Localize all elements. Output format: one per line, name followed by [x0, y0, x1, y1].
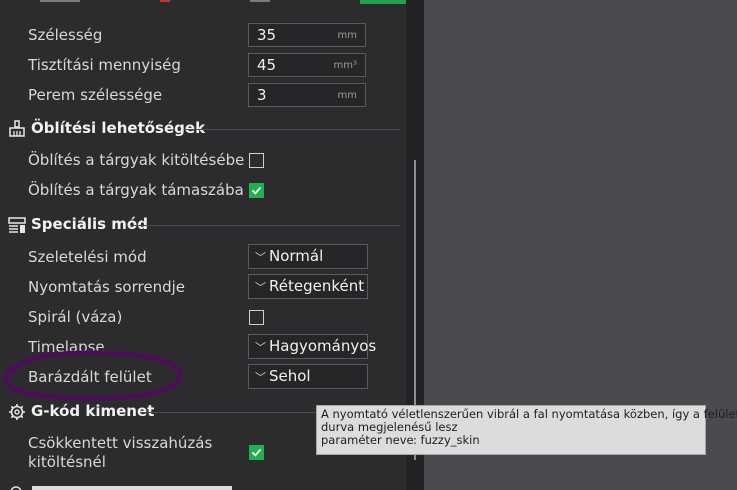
print-sequence-value: Rétegenként [269, 277, 365, 295]
flush-support-label: Öblítés a tárgyak támaszába [28, 181, 244, 199]
timelapse-select[interactable]: ﹀ Hagyományos [248, 334, 376, 359]
chevron-down-icon: ﹀ [255, 341, 266, 354]
brim-width-field[interactable]: 3 mm [248, 83, 366, 107]
timelapse-value: Hagyományos [269, 337, 377, 355]
section-divider [132, 225, 400, 226]
highlight-annotation [3, 350, 183, 401]
layers-icon [8, 216, 26, 238]
section-flush: Öblítési lehetőségek [8, 119, 400, 139]
print-sequence-select[interactable]: ﹀ Rétegenként [248, 274, 368, 299]
reduce-retract-label-line2: kitöltésnél [28, 453, 106, 471]
width-value: 35 [257, 26, 277, 44]
active-tab-indicator [360, 0, 406, 4]
width-unit: mm [337, 30, 357, 41]
next-section-fragment [10, 486, 232, 490]
top-fragment [160, 0, 170, 2]
spiral-checkbox[interactable] [249, 310, 264, 325]
check-icon [251, 448, 262, 457]
fuzzy-skin-value: Sehol [269, 367, 311, 385]
width-field[interactable]: 35 mm [248, 23, 366, 47]
chevron-down-icon: ﹀ [255, 251, 266, 264]
check-icon [251, 186, 262, 195]
width-label: Szélesség [28, 26, 103, 44]
reduce-retract-label-line1: Csökkentett visszahúzás [28, 434, 213, 452]
brim-width-value: 3 [257, 86, 267, 104]
slicing-mode-label: Szeletelési mód [28, 248, 147, 266]
flush-infill-checkbox[interactable] [249, 153, 264, 168]
purge-volume-label: Tisztítási mennyiség [28, 56, 181, 74]
purge-volume-unit: mm³ [333, 60, 358, 71]
tooltip-param-key: paraméter neve [321, 433, 414, 447]
reduce-retract-checkbox[interactable] [249, 445, 264, 460]
print-sequence-label: Nyomtatás sorrendje [28, 278, 186, 296]
slicing-mode-value: Normál [269, 247, 324, 265]
section-divider [186, 129, 400, 130]
purge-volume-field[interactable]: 45 mm³ [248, 53, 366, 77]
section-special: Speciális mód [8, 215, 400, 235]
brim-width-unit: mm [337, 90, 357, 101]
section-special-title: Speciális mód [31, 215, 148, 233]
flush-infill-label: Öblítés a tárgyak kitöltésébe [28, 151, 245, 169]
tooltip-param-row: paraméter neve: fuzzy_skin [321, 434, 701, 447]
fuzzy-skin-select[interactable]: ﹀ Sehol [248, 364, 368, 389]
chevron-down-icon: ﹀ [255, 281, 266, 294]
tooltip: A nyomtató véletlenszerűen vibrál a fal … [316, 405, 737, 455]
top-fragment [250, 0, 270, 2]
spiral-label: Spirál (váza) [28, 308, 123, 326]
top-fragment [40, 0, 80, 2]
flush-support-checkbox[interactable] [249, 183, 264, 198]
slicing-mode-select[interactable]: ﹀ Normál [248, 244, 368, 269]
gear-icon [8, 403, 26, 425]
chevron-down-icon: ﹀ [255, 371, 266, 384]
purge-volume-value: 45 [257, 56, 277, 74]
tooltip-param-value: : fuzzy_skin [413, 433, 480, 447]
broom-icon [8, 120, 26, 142]
section-gcode-title: G-kód kimenet [31, 402, 155, 420]
section-flush-title: Öblítési lehetőségek [31, 119, 206, 137]
brim-width-label: Perem szélessége [28, 86, 163, 104]
